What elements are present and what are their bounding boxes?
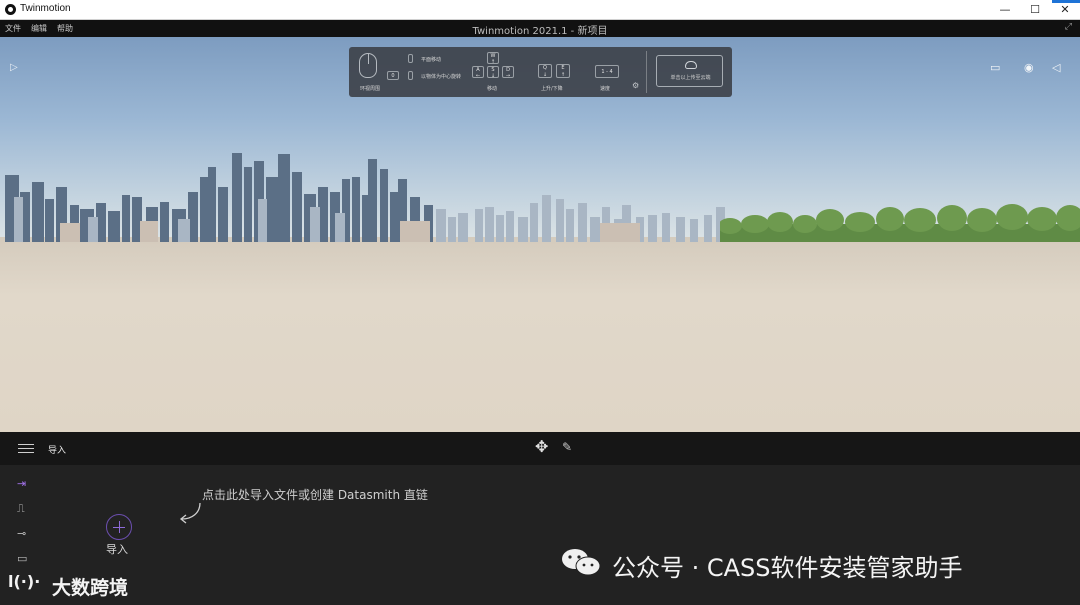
key-w: W ↑ bbox=[487, 52, 499, 65]
move-label: 移动 bbox=[487, 86, 498, 92]
twinmotion-window: Twinmotion — ☐ ✕ 文件 编辑 帮助 Twinmotion 202… bbox=[0, 0, 1080, 605]
orbit-label: 以物体为中心旋转 bbox=[421, 74, 462, 80]
key-w-arrow: ↑ bbox=[490, 59, 496, 65]
media-tab-icon[interactable]: ▭ bbox=[17, 552, 27, 565]
navigation-help-panel: 环视周围 0 平面移动 以物体为中心旋转 W ↑ A ← S ↓ D → 移动 bbox=[349, 47, 732, 97]
watermark-left-logo: l(·)· bbox=[8, 572, 41, 591]
upload-to-cloud-button[interactable]: 单击以上传至云端 bbox=[656, 55, 723, 87]
titlebar-accent bbox=[1052, 0, 1080, 3]
screen-icon[interactable]: ▭ bbox=[990, 61, 1000, 74]
key-s: S ↓ bbox=[487, 66, 499, 79]
hint-arrow-icon bbox=[179, 502, 201, 524]
key-d: D → bbox=[502, 66, 514, 79]
menu-icon[interactable] bbox=[18, 444, 34, 453]
mouse-button-orbit bbox=[408, 71, 413, 80]
mouse-button-pan bbox=[408, 54, 413, 63]
watermark-left-text: 大数跨境 bbox=[52, 577, 129, 599]
menu-bar: 文件 编辑 帮助 Twinmotion 2021.1 - 新项目 ⤢ bbox=[0, 20, 1080, 37]
updown-label: 上升/下降 bbox=[541, 86, 563, 92]
mouse-icon bbox=[359, 53, 377, 78]
dock-header: 导入 ✥ ✎ bbox=[0, 432, 1080, 465]
import-tab-icon[interactable]: ⇥ bbox=[17, 477, 26, 490]
pan-label: 平面移动 bbox=[421, 57, 442, 63]
key-e-arrow: ↑ bbox=[560, 72, 566, 78]
expand-icon[interactable]: ⤢ bbox=[1065, 22, 1072, 32]
key-q-label: Q bbox=[543, 65, 547, 71]
viewport-tools: ▭ ◉ ◁ bbox=[990, 61, 1070, 75]
key-s-arrow: ↓ bbox=[490, 73, 496, 79]
gear-icon[interactable]: ⚙ bbox=[632, 81, 639, 90]
minimize-button[interactable]: — bbox=[990, 0, 1020, 20]
tree-line bbox=[720, 204, 1080, 242]
key-e-label: E bbox=[561, 65, 565, 71]
key-e: E ↑ bbox=[556, 64, 570, 78]
wechat-icon bbox=[562, 549, 601, 576]
speed-label: 速度 bbox=[600, 86, 611, 92]
dock-panel: ⇥ ⎍ ⊸ ▭ 点击此处导入文件或创建 Datasmith 直链 导入 bbox=[0, 465, 1080, 605]
window-titlebar: Twinmotion — ☐ ✕ bbox=[0, 0, 1080, 20]
key-a: A ← bbox=[472, 66, 484, 79]
panel-divider bbox=[646, 51, 647, 93]
left-panel-toggle-icon[interactable]: ▷ bbox=[10, 62, 18, 73]
import-hint-text: 点击此处导入文件或创建 Datasmith 直链 bbox=[202, 488, 428, 502]
key-d-arrow: → bbox=[505, 73, 511, 79]
pen-tool-icon[interactable]: ✎ bbox=[562, 440, 572, 454]
look-around-label: 环视周围 bbox=[360, 86, 381, 92]
document-title: Twinmotion 2021.1 - 新项目 bbox=[472, 26, 608, 37]
cloud-upload-icon bbox=[685, 61, 697, 69]
key-q-arrow: ↓ bbox=[542, 72, 548, 78]
key-q: Q ↓ bbox=[538, 64, 552, 78]
viewport[interactable]: ▷ ▭ ◉ ◁ 环视周围 0 平面移动 以物体为中心旋转 W ↑ A ← S ↓… bbox=[0, 37, 1080, 432]
key-speed: 1 - 4 bbox=[595, 65, 619, 78]
dock-section-title: 导入 bbox=[48, 446, 67, 456]
import-button-label[interactable]: 导入 bbox=[106, 541, 128, 557]
maximize-button[interactable]: ☐ bbox=[1020, 0, 1050, 20]
key-mod: 0 bbox=[387, 71, 399, 80]
key-a-arrow: ← bbox=[475, 73, 481, 79]
import-add-button[interactable] bbox=[106, 514, 132, 540]
watermark-right-text: 公众号 · CASS软件安装管家助手 bbox=[612, 554, 963, 582]
upload-label: 单击以上传至云端 bbox=[670, 75, 711, 81]
library-tab-icon[interactable]: ⎍ bbox=[17, 502, 25, 516]
ground-plane bbox=[0, 237, 1080, 432]
collapse-right-icon[interactable]: ◁ bbox=[1052, 61, 1060, 74]
settings-tab-icon[interactable]: ⊸ bbox=[17, 527, 26, 540]
move-tool-icon[interactable]: ✥ bbox=[535, 439, 548, 455]
twinmotion-logo-icon bbox=[5, 4, 16, 15]
app-name: Twinmotion bbox=[20, 3, 71, 14]
eye-icon[interactable]: ◉ bbox=[1024, 61, 1034, 74]
close-button[interactable]: ✕ bbox=[1050, 0, 1080, 20]
